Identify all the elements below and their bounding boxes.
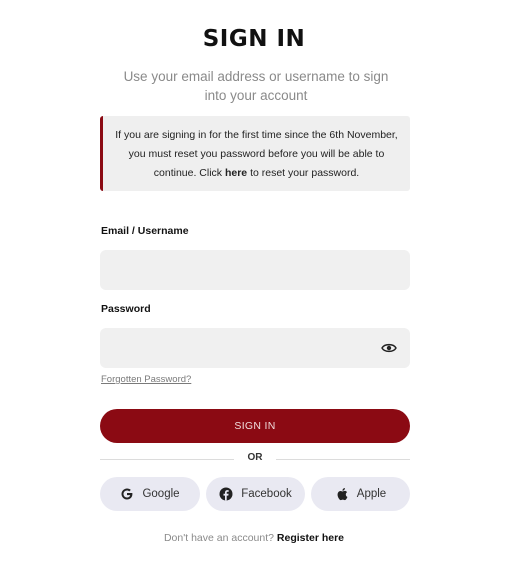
email-label: Email / Username bbox=[101, 225, 189, 237]
eye-icon[interactable] bbox=[381, 341, 397, 355]
google-label: Google bbox=[142, 488, 180, 500]
reset-password-link[interactable]: here bbox=[225, 167, 247, 179]
apple-icon bbox=[335, 487, 349, 501]
password-label: Password bbox=[101, 303, 151, 315]
password-field[interactable] bbox=[100, 328, 410, 368]
register-prompt-text: Don't have an account? bbox=[163, 532, 274, 544]
password-reset-notice: If you are signing in for the first time… bbox=[100, 116, 410, 191]
email-field-container bbox=[100, 250, 410, 290]
apple-sign-in-button[interactable]: Apple bbox=[311, 477, 410, 511]
apple-label: Apple bbox=[356, 488, 387, 500]
divider-line-left bbox=[100, 459, 234, 460]
or-divider-text: OR bbox=[247, 452, 263, 463]
page-title: SIGN IN bbox=[202, 26, 306, 52]
page-subtitle: Use your email address or username to si… bbox=[123, 69, 389, 103]
notice-text-after: to reset your password. bbox=[247, 167, 360, 179]
register-link[interactable]: Register here bbox=[277, 532, 344, 544]
email-field[interactable] bbox=[100, 250, 410, 290]
facebook-sign-in-button[interactable]: Facebook bbox=[206, 477, 305, 511]
google-sign-in-button[interactable]: Google bbox=[100, 477, 200, 511]
facebook-icon bbox=[219, 487, 233, 501]
sign-in-button[interactable]: SIGN IN bbox=[100, 409, 410, 443]
register-prompt: Don't have an account? Register here bbox=[0, 532, 508, 544]
divider-line-right bbox=[276, 459, 410, 460]
forgot-password-link[interactable]: Forgotten Password? bbox=[101, 374, 191, 385]
password-field-container bbox=[100, 328, 410, 368]
google-icon bbox=[120, 487, 134, 501]
facebook-label: Facebook bbox=[241, 488, 292, 500]
